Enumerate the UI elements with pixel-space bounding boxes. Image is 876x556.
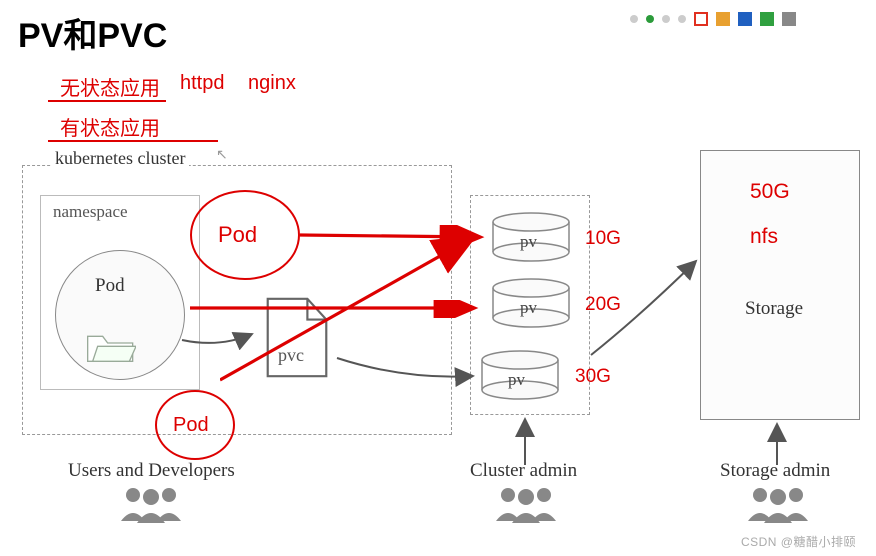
storage-label: Storage — [745, 298, 803, 320]
pv-label-1: pv — [520, 232, 537, 252]
pv-label-3: pv — [508, 370, 525, 390]
people-icon-cluster — [490, 485, 562, 523]
people-icon-storage — [742, 485, 814, 523]
cursor-icon: ↖ — [216, 146, 228, 163]
nginx-label: nginx — [248, 72, 296, 95]
pv-size-1: 10G — [585, 228, 621, 250]
watermark: CSDN @糖醋小排颐 — [741, 533, 856, 550]
storage-total: 50G — [750, 180, 790, 204]
nav-dot — [630, 15, 638, 23]
nav-square-red — [694, 12, 708, 26]
pv-size-3: 30G — [575, 366, 611, 388]
gray-arrow-pv-storage — [586, 255, 706, 365]
nav-square-blue — [738, 12, 752, 26]
pod-label: Pod — [95, 275, 125, 297]
page-title: PV和PVC — [18, 8, 167, 57]
pv-label-2: pv — [520, 298, 537, 318]
users-label: Users and Developers — [68, 460, 235, 482]
stateless-label: 无状态应用 — [60, 72, 160, 101]
people-icon-users — [115, 485, 187, 523]
storage-admin-label: Storage admin — [720, 460, 830, 482]
namespace-label: namespace — [53, 202, 128, 222]
gray-arrow-pod-pvc — [180, 320, 260, 350]
nav-square-gold — [716, 12, 730, 26]
cluster-label: kubernetes cluster — [51, 148, 189, 169]
nav-dot-active — [646, 15, 654, 23]
underline-1 — [48, 100, 166, 102]
folder-icon — [86, 330, 136, 366]
httpd-label: httpd — [180, 72, 224, 95]
storage-type: nfs — [750, 225, 778, 249]
nav-indicators — [630, 12, 796, 26]
gray-arrow-pvc-pv — [335, 350, 480, 390]
nav-dot — [662, 15, 670, 23]
stateful-label: 有状态应用 — [60, 112, 160, 141]
underline-2 — [48, 140, 218, 142]
nav-square-gray — [782, 12, 796, 26]
red-pod-label-2: Pod — [173, 414, 209, 437]
nav-dot — [678, 15, 686, 23]
nav-square-green — [760, 12, 774, 26]
cluster-admin-label: Cluster admin — [470, 460, 577, 482]
